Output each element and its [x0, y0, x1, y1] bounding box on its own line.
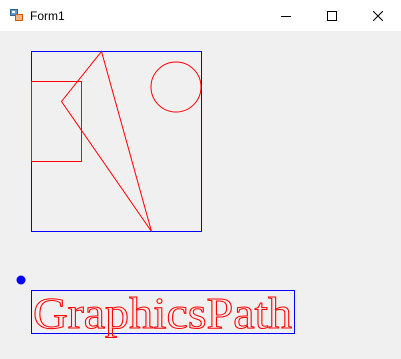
- maximize-icon: [327, 10, 337, 21]
- form-window: Form1 GraphicsPath: [0, 0, 401, 359]
- origin-marker: [16, 275, 26, 285]
- app-icon: [10, 9, 23, 21]
- path-bounds-rect: [31, 51, 202, 232]
- path-rectangle: [31, 81, 82, 162]
- maximize-button[interactable]: [309, 0, 355, 31]
- minimize-icon: [281, 15, 291, 17]
- window-title: Form1: [30, 9, 65, 23]
- graphics-path-text: GraphicsPath: [33, 289, 292, 338]
- close-button[interactable]: [355, 0, 401, 31]
- drawing-canvas: GraphicsPath: [16, 50, 295, 339]
- path-triangle: [60, 50, 152, 232]
- close-icon: [373, 10, 383, 21]
- title-bar[interactable]: Form1: [0, 0, 401, 31]
- minimize-button[interactable]: [263, 0, 309, 31]
- client-area: GraphicsPath: [0, 31, 401, 359]
- path-circle: [150, 61, 202, 113]
